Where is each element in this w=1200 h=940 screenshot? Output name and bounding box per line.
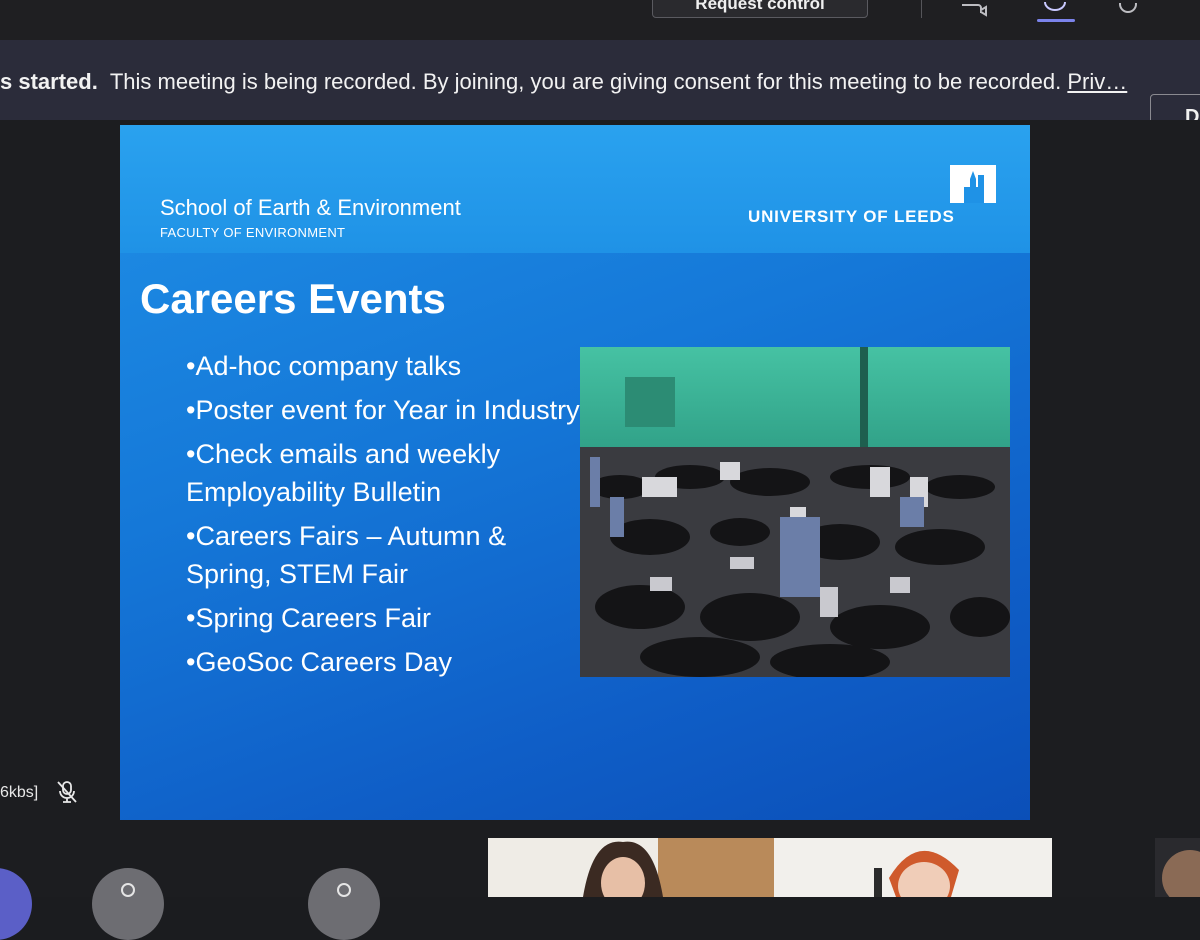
meeting-toolbar: Request control bbox=[0, 0, 1200, 40]
bullet-item: •Poster event for Year in Industry bbox=[186, 395, 580, 425]
recording-started-label: s started. bbox=[0, 69, 98, 94]
chat-active-indicator bbox=[1037, 19, 1075, 22]
recording-banner: s started. This meeting is being recorded… bbox=[0, 40, 1200, 140]
bullet-item: •Check emails and weekly Employability B… bbox=[186, 439, 501, 507]
participant-avatar[interactable] bbox=[308, 868, 380, 940]
bullet-list: •Ad-hoc company talks •Poster event for … bbox=[186, 347, 586, 687]
university-name: UNIVERSITY OF LEEDS bbox=[748, 207, 955, 226]
shared-slide: School of Earth & Environment FACULTY OF… bbox=[120, 125, 1030, 820]
person-icon bbox=[337, 883, 351, 897]
camera-icon[interactable] bbox=[955, 0, 991, 20]
chat-icon[interactable] bbox=[1037, 0, 1073, 20]
person-icon bbox=[121, 883, 135, 897]
participant-video-tile[interactable] bbox=[774, 838, 1052, 897]
bullet-item: •GeoSoc Careers Day bbox=[186, 647, 453, 677]
privacy-link[interactable]: Priv… bbox=[1067, 69, 1127, 94]
recording-banner-text: s started. This meeting is being recorded… bbox=[0, 69, 1127, 95]
bullet-item: •Ad-hoc company talks bbox=[186, 351, 462, 381]
careers-fair-photo bbox=[580, 347, 1010, 677]
bullet-item: •Spring Careers Fair bbox=[186, 603, 432, 633]
school-name: School of Earth & Environment bbox=[160, 195, 461, 220]
participant-video-tile[interactable] bbox=[1155, 838, 1200, 897]
toolbar-divider bbox=[921, 0, 922, 18]
microphone-off-icon bbox=[57, 781, 77, 803]
request-control-button[interactable]: Request control bbox=[652, 0, 868, 18]
slide-title: Careers Events bbox=[140, 275, 446, 322]
network-bitrate-label: 6kbs] bbox=[0, 784, 39, 801]
university-logo-icon bbox=[950, 165, 996, 203]
bullet-item: •Careers Fairs – Autumn & Spring, STEM F… bbox=[186, 521, 507, 589]
participant-video-tile[interactable] bbox=[488, 838, 774, 897]
participant-avatar[interactable] bbox=[92, 868, 164, 940]
participants-icon[interactable] bbox=[1110, 0, 1146, 20]
recording-consent-message: This meeting is being recorded. By joini… bbox=[109, 69, 1062, 94]
faculty-name: FACULTY OF ENVIRONMENT bbox=[160, 225, 346, 240]
